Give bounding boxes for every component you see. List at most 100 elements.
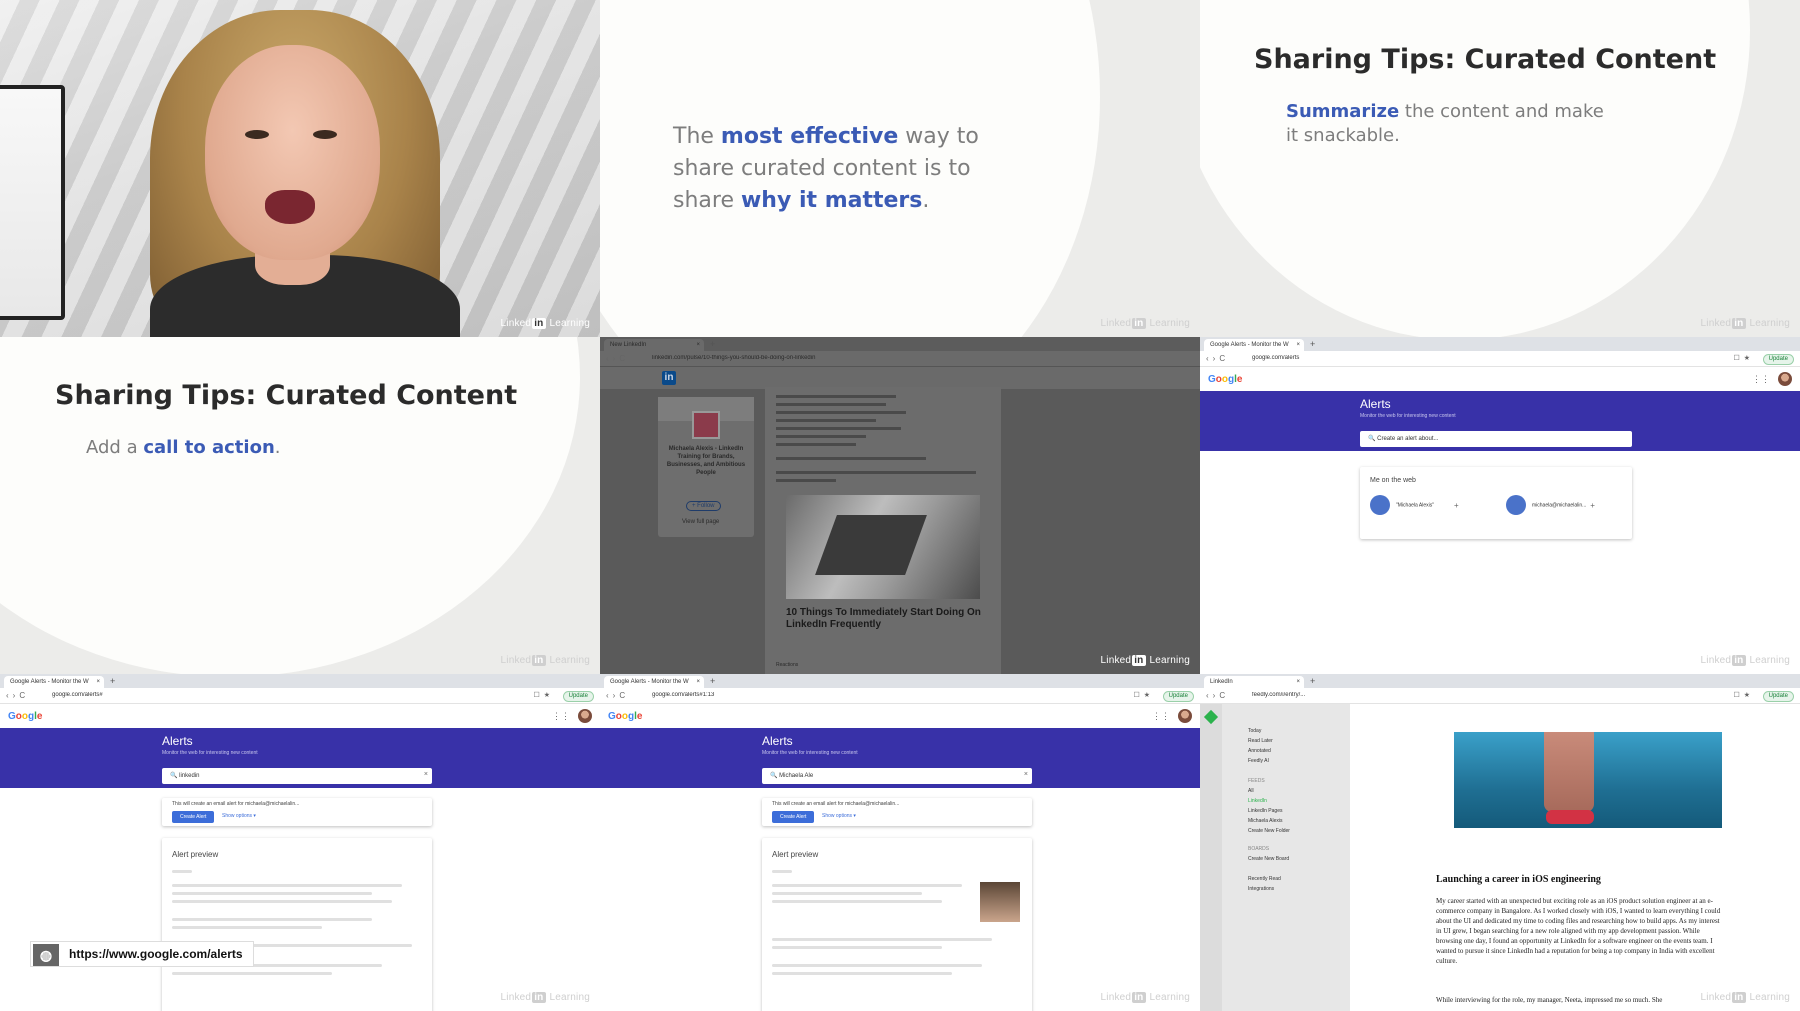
presenter-video: Linked in Learning [0, 0, 600, 337]
alert-preview-title: Alert preview [772, 850, 819, 859]
address-bar[interactable]: feedly.com/i/entry/... [1252, 692, 1672, 698]
alerts-header: Alerts Monitor the web for interesting n… [0, 728, 600, 788]
alerts-title: Alerts [762, 734, 793, 748]
browser-tab[interactable]: Google Alerts - Monitor the W × [1204, 339, 1304, 351]
update-button[interactable]: Update [1762, 354, 1794, 365]
linkedin-article-screen: New LinkedIn × + ‹›C linkedin.com/pulse/10-… [600, 337, 1200, 674]
slide-summarize: Sharing Tips: Curated Content Summarize … [1200, 0, 1800, 337]
feedly-reader: LinkedIn × + ‹›C feedly.com/i/entry/... ☐★ Up… [1200, 674, 1800, 1011]
alerts-title: Alerts [1360, 397, 1391, 411]
alert-preview-card: Alert preview [162, 838, 432, 1011]
browser-tab[interactable]: New LinkedIn × [604, 339, 704, 351]
linkedin-logo-icon: in [662, 371, 676, 385]
clear-icon[interactable]: × [1024, 771, 1028, 778]
update-button[interactable]: Update [1762, 691, 1794, 702]
globe-icon: ◍ [33, 944, 59, 966]
apps-grid-icon[interactable]: ⋮⋮ [552, 711, 570, 722]
show-options-link[interactable]: Show options ▾ [222, 813, 256, 819]
browser-tab[interactable]: Google Alerts - Monitor the W × [4, 676, 104, 688]
create-alert-panel: This will create an email alert for mich… [162, 798, 432, 826]
feed-all[interactable]: All [1248, 788, 1254, 794]
create-alert-button[interactable]: Create Alert [772, 811, 815, 823]
update-button[interactable]: Update [1162, 691, 1194, 702]
integrations[interactable]: Integrations [1248, 886, 1274, 892]
article-body: My career started with an unexpected but… [1436, 897, 1721, 965]
alerts-header: Alerts Monitor the web for interesting n… [1200, 391, 1800, 451]
address-bar[interactable]: google.com/alerts#1:13 [652, 692, 1072, 698]
google-alerts-typing-2: Google Alerts - Monitor the W × + ‹›C googl… [600, 674, 1200, 1011]
me-on-the-web-card: Me on the web "Michaela Alexis" + michael… [1360, 467, 1632, 539]
profile-card: Michaela Alexis - LinkedIn Training for … [658, 397, 754, 537]
nav-feedly-ai[interactable]: Feedly AI [1248, 758, 1269, 764]
browser-tab[interactable]: Google Alerts - Monitor the W × [604, 676, 704, 688]
article-image[interactable] [786, 495, 980, 599]
browser-tab[interactable]: LinkedIn × [1204, 676, 1304, 688]
nav-today[interactable]: Today [1248, 728, 1261, 734]
address-bar[interactable]: google.com/alerts [1252, 355, 1672, 361]
show-options-link[interactable]: Show options ▾ [822, 813, 856, 819]
background-monitor [0, 85, 65, 320]
create-new-folder[interactable]: Create New Folder [1248, 828, 1290, 834]
reactions-label: Reactions [776, 662, 799, 668]
avatar[interactable] [1178, 709, 1192, 723]
google-logo[interactable]: Google [8, 711, 42, 722]
article-image [1454, 732, 1722, 828]
address-bar[interactable]: linkedin.com/pulse/10-things-you-should-… [652, 355, 1072, 361]
nav-annotated[interactable]: Annotated [1248, 748, 1271, 754]
watermark: Linked in Learning [1100, 992, 1190, 1003]
google-alerts-home: Google Alerts - Monitor the W × + ‹›C googl… [1200, 337, 1800, 674]
alerts-title: Alerts [162, 734, 193, 748]
profile-name: Michaela Alexis - LinkedIn Training for … [666, 446, 746, 476]
update-button[interactable]: Update [562, 691, 594, 702]
watermark: Linked in Learning [1100, 318, 1190, 329]
clear-icon[interactable]: × [424, 771, 428, 778]
watermark: Linked in Learning [500, 318, 590, 329]
apps-grid-icon[interactable]: ⋮⋮ [1152, 711, 1170, 722]
google-logo[interactable]: Google [1208, 374, 1242, 385]
boards-label: BOARDS [1248, 846, 1270, 852]
alert-search-input[interactable]: 🔍 Michaela Ale × [762, 768, 1032, 784]
alerts-subtitle: Monitor the web for interesting new cont… [762, 750, 858, 756]
address-bar[interactable]: google.com/alerts# [52, 692, 472, 698]
avatar[interactable] [1778, 372, 1792, 386]
profile-photo [692, 411, 720, 439]
view-full-page-link[interactable]: View full page [682, 519, 719, 525]
alert-note: This will create an email alert for mich… [172, 801, 300, 807]
slide-body: Summarize the content and make it snacka… [1286, 101, 1604, 146]
preview-thumbnail[interactable] [980, 882, 1020, 922]
slide-most-effective: The most effective way to share curated … [600, 0, 1200, 337]
slide-body: Add a call to action. [86, 437, 281, 458]
article-title: Launching a career in iOS engineering [1436, 874, 1601, 885]
avatar[interactable] [578, 709, 592, 723]
alert-suggestion-name[interactable]: "Michaela Alexis" + [1370, 495, 1459, 515]
slide-title: Sharing Tips: Curated Content [1254, 44, 1717, 75]
nav-read-later[interactable]: Read Later [1248, 738, 1273, 744]
presenter-face [205, 45, 380, 260]
feed-linkedin[interactable]: LinkedIn [1248, 798, 1267, 804]
feedly-logo-icon[interactable] [1203, 709, 1219, 725]
recently-read[interactable]: Recently Read [1248, 876, 1281, 882]
alert-suggestion-email[interactable]: michaela@michaelalin... + [1506, 495, 1595, 515]
create-alert-button[interactable]: Create Alert [172, 811, 215, 823]
watermark: Linked in Learning [500, 655, 590, 666]
create-alert-panel: This will create an email alert for mich… [762, 798, 1032, 826]
google-logo[interactable]: Google [608, 711, 642, 722]
slide-title: Sharing Tips: Curated Content [55, 380, 518, 411]
apps-grid-icon[interactable]: ⋮⋮ [1752, 374, 1770, 385]
follow-button[interactable]: + Follow [686, 501, 721, 511]
alert-search-input[interactable]: 🔍 linkedin × [162, 768, 432, 784]
watermark: Linked in Learning [1100, 655, 1190, 666]
create-new-board[interactable]: Create New Board [1248, 856, 1289, 862]
alerts-header: Alerts Monitor the web for interesting n… [600, 728, 1200, 788]
feedly-icon-rail [1200, 704, 1222, 1011]
watermark: Linked in Learning [1700, 992, 1790, 1003]
slide-quote: The most effective way to share curated … [673, 124, 979, 213]
card-title: Me on the web [1370, 477, 1416, 484]
article-title[interactable]: 10 Things To Immediately Start Doing On … [786, 607, 986, 631]
alert-search-input[interactable]: 🔍 Create an alert about... [1360, 431, 1632, 447]
alerts-subtitle: Monitor the web for interesting new cont… [162, 750, 258, 756]
alert-preview-title: Alert preview [172, 850, 219, 859]
feed-michaela-alexis[interactable]: Michaela Alexis [1248, 818, 1282, 824]
feed-linkedin-pages[interactable]: LinkedIn Pages [1248, 808, 1282, 814]
alert-preview-card: Alert preview [762, 838, 1032, 1011]
